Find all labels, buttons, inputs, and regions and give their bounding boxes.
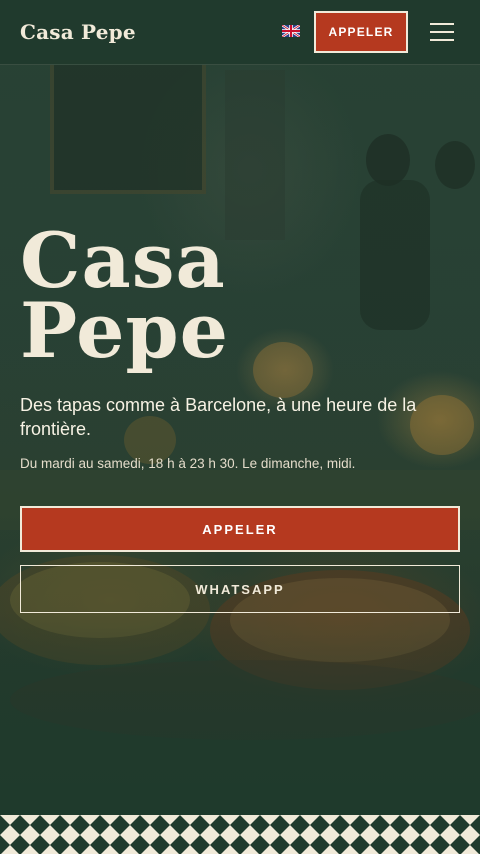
brand-logo[interactable]: Casa Pepe [20, 20, 136, 44]
menu-line-bottom [430, 39, 454, 41]
menu-line-middle [430, 31, 454, 33]
uk-flag-icon[interactable] [282, 25, 300, 37]
menu-line-top [430, 23, 454, 25]
header-call-button[interactable]: APPELER [314, 11, 408, 53]
hero-title-line2: Pepe [20, 286, 229, 375]
hero-title: Casa Pepe [20, 223, 229, 369]
hero-tagline: Des tapas comme à Barcelone, à une heure… [20, 395, 417, 439]
tile-pattern-border [0, 815, 480, 854]
hamburger-menu-icon[interactable] [430, 22, 454, 42]
site-header: Casa Pepe APPELER [0, 0, 480, 65]
opening-hours: Du mardi au samedi, 18 h à 23 h 30. Le d… [20, 456, 356, 471]
call-button[interactable]: APPELER [20, 506, 460, 552]
tile-pattern [0, 815, 480, 854]
whatsapp-button[interactable]: WHATSAPP [20, 565, 460, 613]
